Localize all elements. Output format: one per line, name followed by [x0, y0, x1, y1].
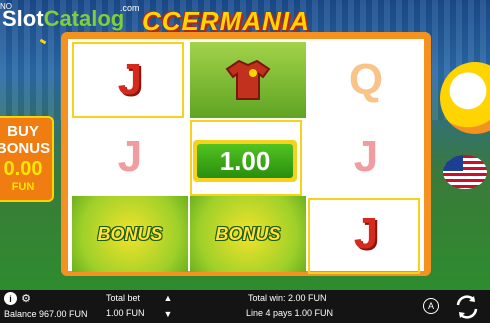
- balance-text: Balance 967.00 FUN: [4, 309, 88, 319]
- reel-cell: BONUS: [190, 196, 306, 272]
- buy-label: BUY: [7, 123, 39, 140]
- logo-slot: Slot: [2, 6, 44, 31]
- win-amount-badge: 1.00: [193, 140, 297, 182]
- jersey-icon: [225, 59, 271, 100]
- reel-cell: J: [308, 119, 424, 195]
- buy-bonus-price: 0.00: [3, 158, 43, 180]
- bonus-label: BONUS: [0, 140, 51, 157]
- payline-highlight: [72, 42, 184, 118]
- autoplay-button[interactable]: A: [423, 298, 439, 314]
- bet-increase-icon[interactable]: ▲: [162, 293, 174, 303]
- line-win-text: Line 4 pays 1.00 FUN: [246, 308, 334, 318]
- total-bet-value: 1.00 FUN: [106, 308, 145, 318]
- reel-cell: J: [72, 119, 188, 195]
- gear-icon[interactable]: ⚙: [20, 292, 32, 305]
- info-icon[interactable]: i: [4, 292, 17, 305]
- bet-decrease-icon[interactable]: ▼: [162, 309, 174, 319]
- spin-arrows-icon: [456, 295, 478, 319]
- reel-cell: Q: [308, 42, 424, 118]
- reel-cell: [190, 42, 306, 118]
- us-flag-language-icon[interactable]: [443, 155, 487, 189]
- total-win-text: Total win: 2.00 FUN: [248, 293, 327, 303]
- total-bet-label: Total bet: [106, 293, 141, 303]
- symbol-bonus: BONUS: [97, 223, 163, 244]
- win-amount: 1.00: [197, 144, 293, 178]
- spin-button[interactable]: [452, 292, 482, 322]
- symbol-q: Q: [348, 55, 384, 104]
- reel-cell: BONUS: [72, 196, 188, 272]
- symbol-j: J: [117, 132, 143, 181]
- symbol-bonus: BONUS: [215, 223, 281, 244]
- buy-bonus-button[interactable]: BUY BONUS 0.00 FUN: [0, 116, 54, 202]
- bottom-bar: i ⚙ Balance 967.00 FUN Total bet 1.00 FU…: [0, 290, 490, 323]
- payline-highlight: [308, 198, 420, 274]
- logo-com: .com: [120, 3, 140, 13]
- symbol-j: J: [353, 132, 379, 181]
- slotcatalog-logo: SlotCatalog .com: [2, 3, 140, 32]
- buy-bonus-currency: FUN: [11, 181, 35, 193]
- logo-catalog: Catalog: [43, 6, 125, 31]
